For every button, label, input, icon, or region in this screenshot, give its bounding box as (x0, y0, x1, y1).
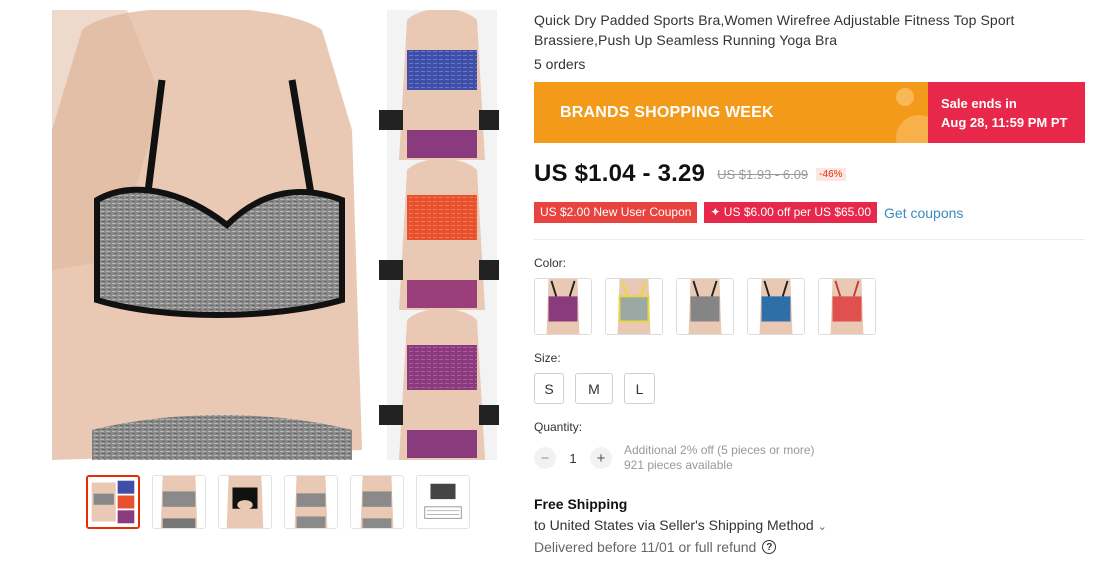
banner-decoration (896, 115, 928, 143)
stock-available: 921 pieces available (624, 458, 733, 472)
quantity-info: Additional 2% off (5 pieces or more) 921… (624, 443, 815, 473)
shipping-title: Free Shipping (534, 496, 628, 512)
thumbnail-4[interactable] (284, 475, 338, 529)
main-product-image[interactable] (52, 10, 499, 460)
quantity-decrease-button[interactable]: − (534, 447, 556, 469)
color-swatch-blue[interactable] (747, 278, 805, 335)
current-price: US $1.04 - 3.29 (534, 160, 706, 187)
delivery-estimate: Delivered before 11/01 or full refund (534, 539, 757, 555)
original-price: US $1.93 - 6.09 (717, 166, 809, 182)
order-count: 5 orders (534, 56, 586, 72)
color-label: Color: (534, 256, 567, 270)
bulk-discount-note: Additional 2% off (5 pieces or more) (624, 443, 815, 457)
color-swatch-purple[interactable] (534, 278, 592, 335)
size-s-button[interactable]: S (534, 373, 564, 404)
color-swatch-red[interactable] (818, 278, 876, 335)
promo-banner[interactable]: BRANDS SHOPPING WEEK Sale ends in Aug 28… (534, 82, 1085, 143)
color-options (534, 278, 1085, 335)
sale-ends-label: Sale ends in (941, 96, 1017, 111)
price-row: US $1.04 - 3.29 US $1.93 - 6.09 -46% (534, 160, 1085, 188)
color-swatch-grey[interactable] (676, 278, 734, 335)
product-info: Quick Dry Padded Sports Bra,Women Wirefr… (534, 10, 1085, 555)
shipping-method-selector[interactable]: to United States via Seller's Shipping M… (534, 517, 1085, 533)
thumbnail-strip (86, 475, 470, 529)
quantity-label: Quantity: (534, 420, 583, 434)
discount-badge: -46% (816, 167, 846, 181)
thumbnail-1[interactable] (86, 475, 140, 529)
thumbnail-5[interactable] (350, 475, 404, 529)
new-user-coupon[interactable]: US $2.00 New User Coupon (534, 202, 698, 223)
divider (534, 239, 1085, 240)
size-label: Size: (534, 351, 561, 365)
store-coupon[interactable]: ✦ US $6.00 off per US $65.00 (704, 202, 878, 223)
color-swatch-yellow-grey[interactable] (605, 278, 663, 335)
promo-title-block: BRANDS SHOPPING WEEK (534, 82, 928, 143)
sale-countdown: Sale ends in Aug 28, 11:59 PM PT (928, 82, 1085, 143)
thumbnail-3[interactable] (218, 475, 272, 529)
thumbnail-2[interactable] (152, 475, 206, 529)
get-coupons-link[interactable]: Get coupons (884, 205, 963, 221)
help-icon[interactable]: ? (762, 540, 777, 554)
product-photo-illustration (52, 10, 499, 460)
quantity-increase-button[interactable]: + (590, 447, 612, 469)
product-title: Quick Dry Padded Sports Bra,Women Wirefr… (534, 12, 1015, 48)
size-m-button[interactable]: M (575, 373, 613, 404)
shipping-destination: to United States via Seller's Shipping M… (534, 517, 814, 533)
quantity-row: − 1 + Additional 2% off (5 pieces or mor… (534, 443, 1085, 473)
delivery-info: Delivered before 11/01 or full refund ? (534, 539, 1085, 555)
size-options: S M L (534, 373, 1085, 404)
coupon-row: US $2.00 New User Coupon ✦ US $6.00 off … (534, 202, 1085, 223)
promo-title: BRANDS SHOPPING WEEK (560, 103, 774, 121)
sale-ends-time: Aug 28, 11:59 PM PT (941, 115, 1068, 130)
quantity-stepper: − 1 + (534, 447, 612, 469)
quantity-value[interactable]: 1 (556, 451, 590, 466)
banner-decoration (896, 88, 914, 106)
thumbnail-6[interactable] (416, 475, 470, 529)
size-l-button[interactable]: L (624, 373, 655, 404)
chevron-down-icon: ⌄ (817, 521, 827, 533)
